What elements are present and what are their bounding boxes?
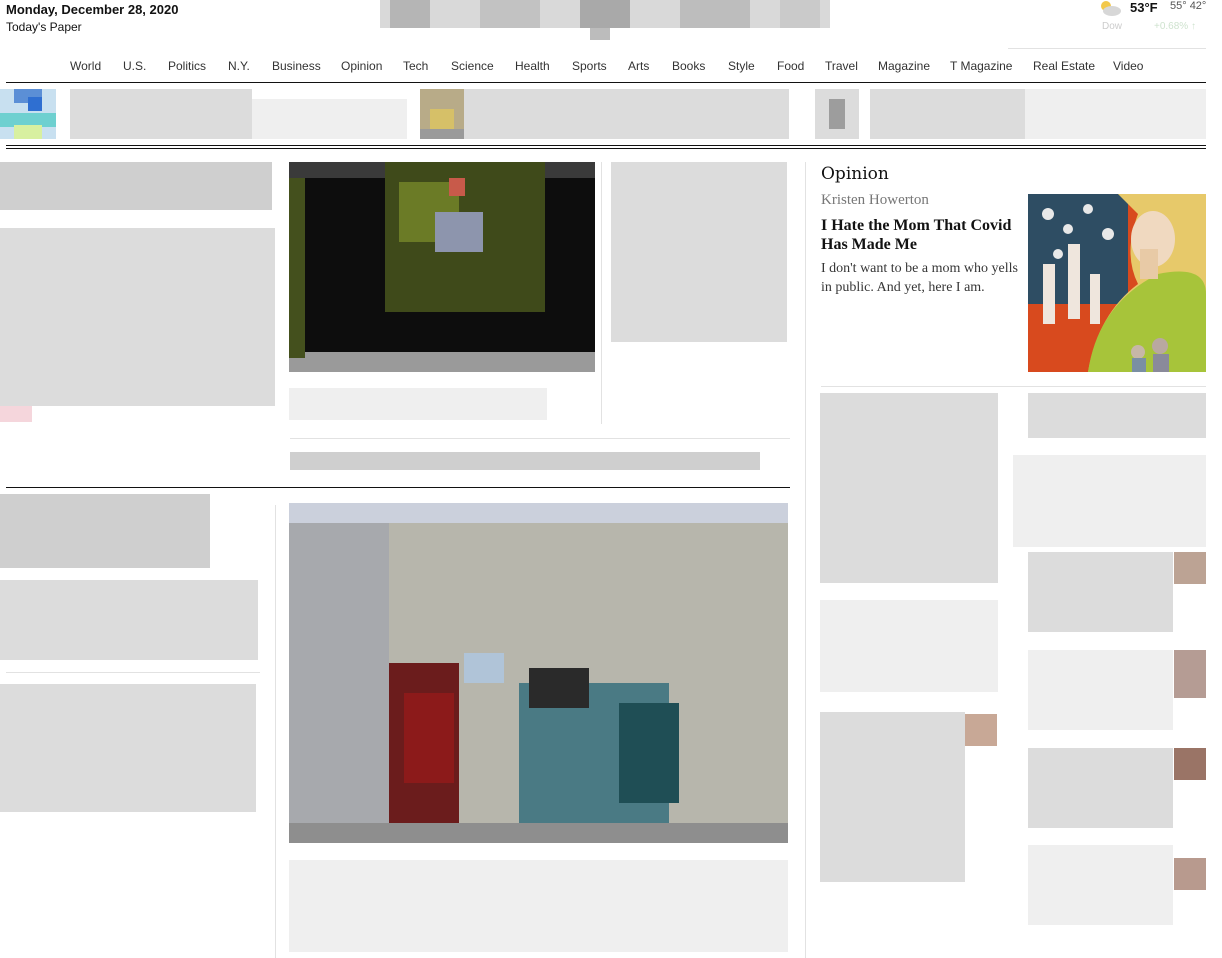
nav-item-arts[interactable]: Arts (628, 59, 649, 73)
nav-item-magazine[interactable]: Magazine (878, 59, 930, 73)
story-image-caption-blur (289, 860, 788, 952)
opinion-list-blur[interactable] (820, 600, 998, 692)
market-change: +0.68% ↑ (1154, 21, 1196, 32)
nav-item-world[interactable]: World (70, 59, 101, 73)
site-logo[interactable] (380, 0, 830, 40)
story-headline-blur[interactable] (0, 494, 210, 568)
nav-item-ny[interactable]: N.Y. (228, 59, 250, 73)
opinion-thumbnail[interactable] (1174, 552, 1206, 584)
temperature: 53°F (1130, 0, 1158, 15)
nav-bottom-rule (6, 82, 1206, 83)
opinion-list-blur[interactable] (820, 393, 998, 583)
nav-item-style[interactable]: Style (728, 59, 755, 73)
nav-item-science[interactable]: Science (451, 59, 494, 73)
story-summary-blur[interactable] (0, 684, 256, 812)
opinion-thumbnail[interactable] (1174, 650, 1206, 698)
masthead-date: Monday, December 28, 2020 (6, 2, 179, 17)
nav-item-video[interactable]: Video (1113, 59, 1143, 73)
opinion-list-blur[interactable] (820, 712, 965, 882)
lead-summary-blur (0, 228, 275, 406)
opinion-list-blur[interactable] (1028, 650, 1173, 730)
nav-item-politics[interactable]: Politics (168, 59, 206, 73)
section-divider (290, 438, 790, 439)
right-column-divider (805, 162, 806, 958)
column-divider (601, 162, 602, 424)
nav-item-sports[interactable]: Sports (572, 59, 607, 73)
nav-item-food[interactable]: Food (777, 59, 804, 73)
story-image[interactable] (289, 503, 788, 843)
briefing-thumbnail[interactable] (0, 89, 56, 139)
opinion-list-blur[interactable] (1028, 552, 1173, 632)
opinion-list-blur[interactable] (1013, 455, 1206, 547)
nav-item-tech[interactable]: Tech (403, 59, 428, 73)
story-divider (6, 672, 260, 673)
lead-headline-blur[interactable] (0, 162, 272, 210)
opinion-section-title[interactable]: Opinion (821, 164, 889, 184)
nav-item-travel[interactable]: Travel (825, 59, 858, 73)
section-rule (6, 487, 790, 488)
briefing-text-block[interactable] (870, 89, 1025, 139)
logo-blurred-image (380, 0, 830, 40)
briefing-bottom-rule-double (6, 148, 1206, 149)
nav-item-t-magazine[interactable]: T Magazine (950, 59, 1012, 73)
story-summary-blur (0, 580, 258, 660)
nav-item-books[interactable]: Books (672, 59, 705, 73)
section-nav: World U.S. Politics N.Y. Business Opinio… (0, 59, 1222, 77)
related-links-blur[interactable] (290, 452, 760, 470)
nav-item-health[interactable]: Health (515, 59, 550, 73)
opinion-list-blur[interactable] (1028, 393, 1206, 438)
column-divider (275, 505, 276, 958)
briefing-thumbnail[interactable] (815, 89, 859, 139)
opinion-summary: I don't want to be a mom who yells in pu… (821, 261, 1018, 295)
secondary-story-blur[interactable] (611, 162, 787, 342)
opinion-thumbnail[interactable] (1174, 858, 1206, 890)
nav-item-business[interactable]: Business (272, 59, 321, 73)
partly-cloudy-icon (1098, 0, 1122, 16)
opinion-author[interactable]: Kristen Howerton (821, 192, 929, 209)
nav-item-us[interactable]: U.S. (123, 59, 146, 73)
opinion-divider (821, 386, 1206, 387)
opinion-thumbnail[interactable] (1174, 748, 1206, 780)
nav-item-real-estate[interactable]: Real Estate (1033, 59, 1095, 73)
lead-story-image[interactable] (289, 162, 595, 372)
opinion-headline[interactable]: I Hate the Mom That Covid Has Made Me (821, 216, 1021, 254)
briefing-thumbnail[interactable] (420, 89, 464, 139)
briefing-text-block[interactable] (252, 99, 407, 139)
briefing-text-block[interactable] (464, 89, 789, 139)
lead-image-caption-blur (289, 388, 547, 420)
opinion-thumbnail[interactable] (965, 714, 997, 746)
lead-tag-blur (0, 406, 32, 422)
briefing-text-block[interactable] (70, 89, 252, 139)
opinion-list-blur[interactable] (1028, 748, 1173, 828)
briefing-bottom-rule (6, 145, 1206, 146)
high-low-temperature: 55° 42° (1170, 0, 1207, 12)
todays-paper-link[interactable]: Today's Paper (6, 20, 82, 34)
nav-item-opinion[interactable]: Opinion (341, 59, 382, 73)
briefing-text-block[interactable] (1025, 89, 1206, 139)
opinion-list-blur[interactable] (1028, 845, 1173, 925)
masthead-divider (1008, 48, 1206, 49)
market-label: Dow (1102, 21, 1123, 32)
briefing-strip (0, 89, 1222, 139)
opinion-illustration[interactable] (1028, 194, 1206, 372)
